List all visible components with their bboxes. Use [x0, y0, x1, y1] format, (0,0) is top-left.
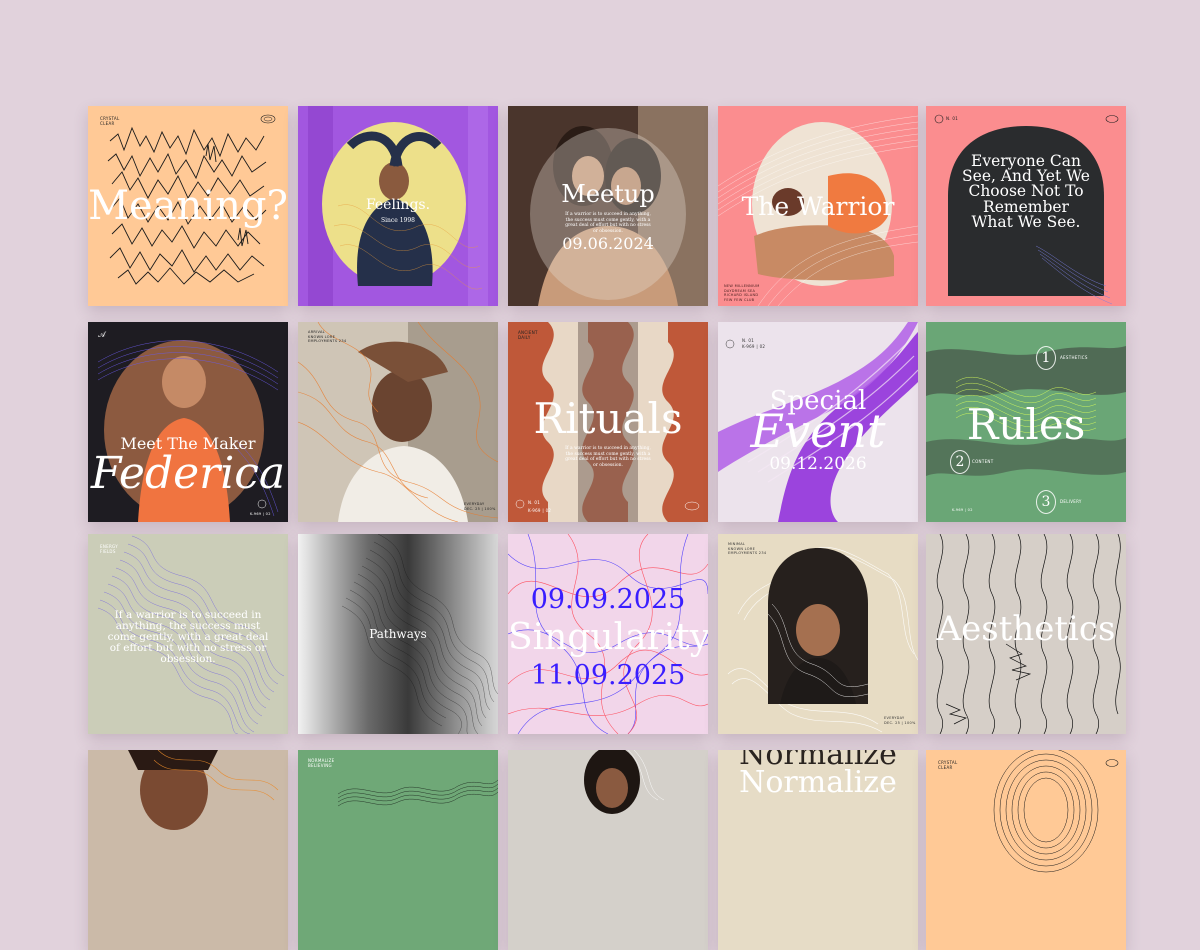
tile-title: Aesthetics	[936, 609, 1116, 649]
date-start: 09.09.2025	[530, 584, 686, 615]
tile-crystal-clear[interactable]: CRYSTAL CLEAR	[926, 750, 1126, 950]
brand-label: CRYSTAL CLEAR	[100, 116, 120, 127]
title-line-2: Normalize	[739, 765, 897, 800]
tile-energy-fields[interactable]: ENERGY FIELDS If a warrior is to succeed…	[88, 534, 288, 734]
tile-singularity[interactable]: 09.09.2025 Singularity 11.09.2025	[508, 534, 708, 734]
contour-rings-graphic	[926, 750, 1126, 950]
tile-title: Pathways	[369, 627, 427, 641]
oval-portrait-graphic	[718, 534, 918, 734]
tile-title: Federica	[90, 448, 286, 499]
code-label: K-969 | 02	[528, 508, 552, 513]
tile-feelings[interactable]: Feelings. Since 1998	[298, 106, 498, 306]
tile-meetup[interactable]: Meetup If a warrior is to succeed in any…	[508, 106, 708, 306]
tile-portrait-partial[interactable]	[88, 750, 288, 950]
rule-number-1: 1	[1036, 346, 1056, 370]
event-date: 09.12.2026	[769, 454, 867, 474]
tile-everyone-can-see[interactable]: N. 01 Everyone Can See, And Yet We Choos…	[926, 106, 1126, 306]
tile-meaning[interactable]: CRYSTAL CLEAR Meaning?	[88, 106, 288, 306]
signature-icon: 𝒜	[98, 330, 106, 339]
tile-title: Rituals	[533, 394, 683, 443]
event-date: 09.06.2024	[562, 234, 654, 253]
tile-title-line2: Event	[750, 404, 886, 458]
partial-portrait-graphic	[88, 750, 288, 950]
tile-title: Meaning?	[88, 183, 288, 229]
tile-title: The Warrior	[741, 192, 895, 221]
tile-title: Singularity	[508, 617, 708, 658]
code-label: K-969 | 02	[742, 344, 766, 349]
tile-rituals[interactable]: ANCIENT DAILY Rituals If a warrior is to…	[508, 322, 708, 522]
tile-normalize-believing[interactable]: NORMALIZE BELIEVING	[298, 750, 498, 950]
bottom-meta: EVERYDAY DEC. 25 | 100%	[884, 716, 916, 725]
top-meta: MINIMAL KNOWN LORE EMPLOYMENTS 234	[728, 542, 767, 556]
tile-subtitle: Since 1998	[381, 217, 415, 224]
issue-label: N. 01	[946, 116, 959, 121]
rule-label-2: CONTENT	[972, 459, 994, 464]
tile-minimal-portrait[interactable]: MINIMAL KNOWN LORE EMPLOYMENTS 234 EVERY…	[718, 534, 918, 734]
rule-number-3: 3	[1036, 490, 1056, 514]
tile-title: Feelings.	[365, 197, 431, 213]
body-text: If a warrior is to succeed in anything, …	[565, 212, 651, 234]
tile-portrait-partial-2[interactable]	[508, 750, 708, 950]
code-label: K-969 | 02	[952, 508, 973, 512]
brand-label: ENERGY FIELDS	[100, 544, 118, 555]
rule-label-1: AESTHETICS	[1060, 355, 1088, 360]
tile-special-event[interactable]: N. 01 K-969 | 02 Special Event 09.12.202…	[718, 322, 918, 522]
date-end: 11.09.2025	[530, 660, 686, 691]
green-wave-graphic	[298, 750, 498, 950]
top-meta: ARRIVAL KNOWN LORE EMPLOYMENTS 234	[308, 330, 347, 344]
rule-label-3: DELIVERY	[1060, 499, 1082, 504]
tile-title: Meetup	[561, 180, 655, 208]
tile-portrait-shade[interactable]: ARRIVAL KNOWN LORE EMPLOYMENTS 234 EVERY…	[298, 322, 498, 522]
partial-portrait-graphic	[508, 750, 708, 950]
tile-federica[interactable]: 𝒜 Meet The Maker Federica K-969 | 02	[88, 322, 288, 522]
body-text: If a warrior is to succeed in anything, …	[565, 446, 651, 468]
footer-text: NEW MILLENNIUM DAYDREAM SEA RICHARD ISLA…	[724, 284, 760, 302]
code-label: K-969 | 02	[250, 512, 271, 516]
bottom-meta: EVERYDAY DEC. 25 | 100%	[464, 502, 496, 511]
tile-quote: Everyone Can See, And Yet We Choose Not …	[962, 152, 1090, 231]
shading-portrait-graphic	[298, 322, 498, 522]
brand-label: NORMALIZE BELIEVING	[308, 758, 335, 769]
tile-rules[interactable]: Rules 1 AESTHETICS 2 CONTENT 3 DELIVERY …	[926, 322, 1126, 522]
rule-number-2: 2	[950, 450, 970, 474]
tile-pathways[interactable]: Pathways	[298, 534, 498, 734]
issue-label: N. 01	[528, 500, 541, 505]
issue-label: N. 01	[742, 338, 755, 343]
tile-title: Rules	[966, 400, 1086, 449]
brand-label: ANCIENT DAILY	[518, 330, 538, 341]
tile-normalize[interactable]: Normalize Normalize	[718, 750, 918, 950]
tile-the-warrior[interactable]: The Warrior NEW MILLENNIUM DAYDREAM SEA …	[718, 106, 918, 306]
tile-aesthetics[interactable]: Aesthetics	[926, 534, 1126, 734]
body-text: If a warrior is to succeed in anything, …	[107, 609, 269, 666]
brand-label: CRYSTAL CLEAR	[938, 760, 958, 771]
